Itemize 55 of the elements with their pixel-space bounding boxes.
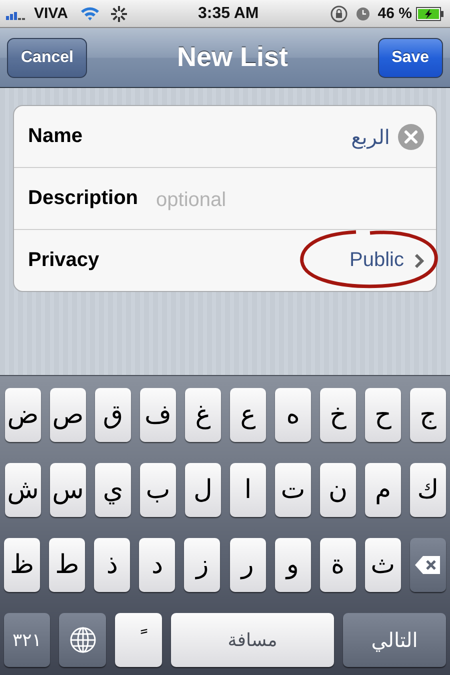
keyboard-key[interactable]: س — [50, 463, 86, 517]
keyboard-key[interactable]: ط — [49, 538, 86, 592]
cancel-button[interactable]: Cancel — [7, 38, 88, 78]
numbers-key[interactable]: ٣٢١ — [4, 613, 50, 667]
keyboard-key[interactable]: ح — [365, 388, 401, 442]
keyboard-key[interactable]: ع — [230, 388, 266, 442]
keyboard-key[interactable]: ف — [140, 388, 176, 442]
keyboard-key[interactable]: ي — [95, 463, 131, 517]
keyboard-key[interactable]: ر — [230, 538, 266, 592]
carrier-name: VIVA — [34, 5, 68, 22]
keyboard-key[interactable]: د — [139, 538, 176, 592]
field-label: Description — [28, 187, 138, 210]
field-label: Name — [28, 125, 82, 148]
field-label: Privacy — [28, 249, 100, 272]
keyboard-key[interactable]: ً — [115, 613, 162, 667]
next-key[interactable]: التالي — [343, 613, 446, 667]
clock-icon — [356, 6, 370, 20]
keyboard-key[interactable]: ك — [410, 463, 446, 517]
text-field[interactable]: optional — [156, 186, 424, 210]
space-key[interactable]: مسافة — [171, 613, 334, 667]
keyboard-key[interactable]: ت — [275, 463, 311, 517]
keyboard-key[interactable]: ب — [140, 463, 176, 517]
text-field[interactable]: الربع — [100, 124, 390, 148]
privacy-value[interactable]: Public — [350, 249, 404, 272]
keyboard-key[interactable]: ق — [95, 388, 131, 442]
battery-percent: 46 % — [378, 5, 412, 22]
keyboard-key[interactable]: غ — [185, 388, 221, 442]
keyboard-key[interactable]: ا — [230, 463, 266, 517]
chevron-icon — [414, 252, 424, 268]
screen-title: New List — [177, 42, 288, 73]
keyboard-key[interactable]: ز — [184, 538, 220, 592]
wifi-icon — [80, 6, 100, 21]
keyboard-key[interactable]: ص — [50, 388, 86, 442]
keyboard-key[interactable]: ن — [320, 463, 356, 517]
delete-key[interactable] — [410, 538, 446, 592]
status-time: 3:35 AM — [198, 4, 259, 22]
keyboard-key[interactable]: ش — [5, 463, 41, 517]
keyboard-key[interactable]: ل — [185, 463, 221, 517]
keyboard-key[interactable]: ظ — [4, 538, 40, 592]
keyboard-key[interactable]: ج — [410, 388, 446, 442]
keyboard-key[interactable]: ه — [275, 388, 311, 442]
rotation-lock-icon — [330, 4, 348, 22]
keyboard-key[interactable]: م — [365, 463, 401, 517]
keyboard-key[interactable]: ض — [5, 388, 41, 442]
keyboard-key[interactable]: ذ — [94, 538, 130, 592]
activity-spinner-icon — [110, 6, 127, 22]
backspace-icon — [414, 555, 441, 575]
globe-key[interactable] — [59, 613, 106, 667]
save-button[interactable]: Save — [378, 38, 443, 78]
globe-icon — [68, 626, 96, 654]
keyboard-key[interactable]: ث — [364, 538, 401, 592]
keyboard-key[interactable]: و — [274, 538, 311, 592]
battery-icon — [416, 6, 444, 20]
keyboard-key[interactable]: خ — [320, 388, 356, 442]
keyboard-key[interactable]: ة — [320, 538, 356, 592]
